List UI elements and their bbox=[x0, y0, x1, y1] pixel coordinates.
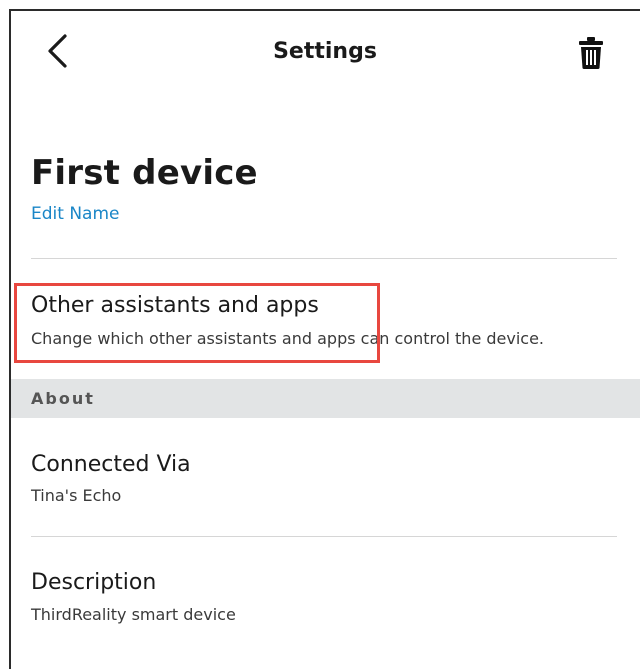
header-bar: Settings bbox=[11, 11, 640, 101]
about-section-header: About bbox=[11, 379, 640, 418]
about-section-label: About bbox=[31, 389, 95, 408]
divider bbox=[31, 258, 617, 259]
description-value: ThirdReality smart device bbox=[31, 605, 236, 624]
description-title: Description bbox=[31, 570, 157, 595]
delete-button[interactable] bbox=[576, 35, 606, 75]
connected-via-title: Connected Via bbox=[31, 452, 191, 477]
settings-screen: Settings First device Edit Name Other as… bbox=[9, 9, 640, 669]
divider bbox=[31, 536, 617, 537]
other-assistants-title: Other assistants and apps bbox=[31, 293, 319, 318]
edit-name-link[interactable]: Edit Name bbox=[31, 204, 119, 224]
device-name-heading: First device bbox=[31, 153, 258, 193]
trash-icon bbox=[579, 36, 603, 74]
other-assistants-subtitle: Change which other assistants and apps c… bbox=[31, 329, 545, 348]
page-title: Settings bbox=[273, 39, 377, 64]
connected-via-value: Tina's Echo bbox=[31, 486, 122, 505]
